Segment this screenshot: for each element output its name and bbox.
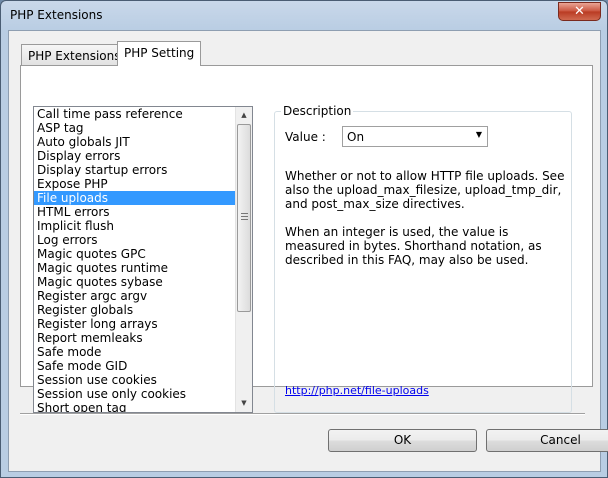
cancel-button[interactable]: Cancel <box>486 429 608 452</box>
list-item[interactable]: Register globals <box>34 303 236 317</box>
dialog-window: PHP Extensions ✕ PHP Extensions PHP Sett… <box>0 0 608 478</box>
description-legend: Description <box>281 104 354 118</box>
list-item[interactable]: Magic quotes sybase <box>34 275 236 289</box>
list-item[interactable]: Magic quotes GPC <box>34 247 236 261</box>
description-text: Whether or not to allow HTTP file upload… <box>285 169 567 281</box>
close-icon: ✕ <box>574 4 585 19</box>
list-item[interactable]: ASP tag <box>34 121 236 135</box>
scroll-thumb[interactable] <box>237 124 251 312</box>
tab-php-setting[interactable]: PHP Setting <box>117 41 202 66</box>
list-item[interactable]: Session use only cookies <box>34 387 236 401</box>
description-paragraph: When an integer is used, the value is me… <box>285 225 542 267</box>
documentation-link[interactable]: http://php.net/file-uploads <box>285 384 429 397</box>
list-item[interactable]: Register long arrays <box>34 317 236 331</box>
value-dropdown-text: On <box>347 130 365 144</box>
list-item[interactable]: Session use cookies <box>34 373 236 387</box>
close-button[interactable]: ✕ <box>558 2 601 21</box>
scroll-up-arrow-icon[interactable]: ▲ <box>236 107 252 124</box>
list-item[interactable]: Implicit flush <box>34 219 236 233</box>
window-title: PHP Extensions <box>10 8 103 22</box>
dialog-client: PHP Extensions PHP Setting Call time pas… <box>8 30 608 472</box>
value-label: Value : <box>285 130 326 144</box>
title-bar[interactable]: PHP Extensions ✕ <box>1 1 607 31</box>
list-item[interactable]: Display errors <box>34 149 236 163</box>
dropdown-arrow-icon: ▼ <box>475 130 482 139</box>
list-item[interactable]: Magic quotes runtime <box>34 261 236 275</box>
grip-icon <box>241 213 248 220</box>
description-paragraph: Whether or not to allow HTTP file upload… <box>285 169 565 211</box>
divider <box>20 413 585 415</box>
tab-php-extensions[interactable]: PHP Extensions <box>21 44 128 65</box>
list-item[interactable]: Safe mode <box>34 345 236 359</box>
description-group: Description Value : On ▼ Whether or not … <box>274 104 572 413</box>
list-item[interactable]: HTML errors <box>34 205 236 219</box>
list-item[interactable]: Register argc argv <box>34 289 236 303</box>
scroll-down-arrow-icon[interactable]: ▼ <box>236 395 252 412</box>
list-item[interactable]: File uploads <box>34 191 236 205</box>
list-item[interactable]: Auto globals JIT <box>34 135 236 149</box>
list-item[interactable]: Display startup errors <box>34 163 236 177</box>
list-item[interactable]: Call time pass reference <box>34 107 236 121</box>
tab-panel-php-setting: Call time pass reference ASP tag Auto glob… <box>20 65 593 413</box>
settings-list[interactable]: Call time pass reference ASP tag Auto glob… <box>33 106 253 413</box>
list-item[interactable]: Log errors <box>34 233 236 247</box>
list-item[interactable]: Short open tag <box>34 401 236 412</box>
ok-button[interactable]: OK <box>328 429 477 452</box>
list-item[interactable]: Safe mode GID <box>34 359 236 373</box>
vertical-scrollbar[interactable]: ▲ ▼ <box>235 107 252 412</box>
list-item[interactable]: Expose PHP <box>34 177 236 191</box>
list-item[interactable]: Report memleaks <box>34 331 236 345</box>
settings-list-items: Call time pass reference ASP tag Auto glob… <box>34 107 236 412</box>
value-dropdown[interactable]: On ▼ <box>342 126 488 147</box>
